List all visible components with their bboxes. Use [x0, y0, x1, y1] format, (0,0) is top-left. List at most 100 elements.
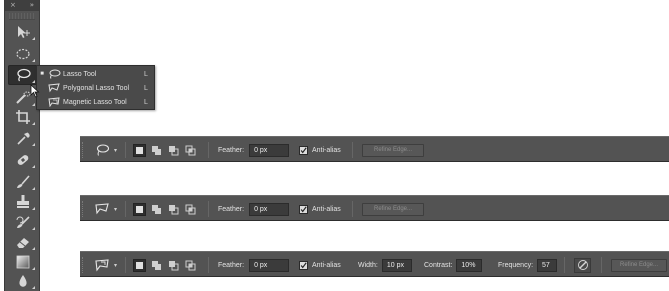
tool-preset-picker[interactable]: ▾: [94, 137, 117, 163]
feather-input[interactable]: 0 px: [249, 258, 290, 272]
tablet-pressure-wrapper: [574, 252, 591, 278]
flyout-item-polygonal-lasso[interactable]: Polygonal Lasso Tool L: [37, 81, 154, 95]
width-label: Width:: [358, 261, 378, 269]
contrast-label: Contrast:: [424, 261, 453, 269]
flyout-item-shortcut: L: [144, 98, 148, 106]
subtract-from-selection-button[interactable]: [167, 259, 180, 272]
refine-edge-wrapper: Refine Edge...: [362, 196, 424, 222]
anti-alias-label: Anti-alias: [312, 261, 341, 269]
new-selection-button[interactable]: [133, 202, 146, 216]
tool-preset-picker[interactable]: ▾: [94, 252, 117, 278]
crop-tool-button[interactable]: [8, 107, 38, 127]
feather-label: Feather:: [218, 146, 245, 154]
clone-stamp-button[interactable]: [8, 192, 38, 212]
new-selection-button[interactable]: [133, 258, 146, 272]
selected-bullet: ■: [40, 71, 44, 77]
options-bar-grip[interactable]: [80, 252, 86, 278]
lasso-tools-flyout: ■ Lasso Tool L Polygonal Lasso Tool L Ma…: [36, 65, 155, 110]
eraser-button[interactable]: [8, 232, 38, 252]
magnetic-lasso-icon: [95, 259, 109, 272]
brush-tool-icon: [17, 175, 30, 188]
tablet-pressure-button[interactable]: [574, 257, 591, 273]
history-brush-button[interactable]: [8, 212, 38, 232]
refine-edge-button[interactable]: Refine Edge...: [611, 258, 667, 272]
new-selection-button[interactable]: [133, 143, 146, 157]
new-selection-icon: [136, 205, 143, 213]
healing-brush-button[interactable]: [8, 150, 38, 170]
intersect-selection-button[interactable]: [184, 144, 197, 157]
width-input[interactable]: 10 px: [381, 258, 412, 272]
add-to-selection-button[interactable]: [150, 203, 163, 216]
brush-tool-button[interactable]: [8, 172, 38, 192]
flyout-item-label: Lasso Tool: [63, 70, 97, 78]
lasso-options-bar: ▾ Feather: 0 px Anti-alias Refine Edge..…: [80, 136, 669, 162]
refine-edge-wrapper: Refine Edge...: [611, 252, 667, 278]
magnetic-lasso-options-bar: ▾ Feather: 0 px Anti-alias Width: 10 px …: [80, 251, 669, 277]
add-to-selection-icon: [152, 204, 161, 214]
subtract-from-selection-icon: [169, 204, 179, 214]
crop-tool-icon: [16, 110, 30, 124]
intersect-selection-button[interactable]: [184, 203, 197, 216]
close-panel-button[interactable]: ×: [10, 0, 16, 11]
magnetic-lasso-icon: [48, 97, 60, 107]
anti-alias-control: Anti-alias: [299, 137, 341, 163]
subtract-from-selection-button[interactable]: [167, 203, 180, 216]
subtract-from-selection-icon: [169, 145, 179, 155]
tools-panel-grip[interactable]: [9, 13, 35, 20]
checkmark-icon: [300, 261, 307, 268]
subtract-from-selection-button[interactable]: [167, 144, 180, 157]
options-bar-grip[interactable]: [80, 137, 86, 163]
add-to-selection-button[interactable]: [150, 259, 163, 272]
checkmark-icon: [300, 205, 307, 212]
feather-label: Feather:: [218, 205, 245, 213]
mouse-cursor-icon: [30, 84, 40, 98]
refine-edge-wrapper: Refine Edge...: [362, 137, 424, 163]
tablet-pressure-icon: [577, 260, 588, 270]
intersect-selection-button[interactable]: [184, 259, 197, 272]
eyedropper-button[interactable]: [8, 128, 38, 148]
anti-alias-checkbox[interactable]: [299, 204, 308, 214]
anti-alias-checkbox[interactable]: [299, 145, 308, 155]
feather-control: Feather: 0 px: [218, 196, 290, 222]
contrast-input[interactable]: 10%: [456, 258, 483, 272]
options-bar-grip[interactable]: [80, 196, 86, 222]
frequency-label: Frequency:: [498, 261, 534, 269]
history-brush-icon: [16, 216, 30, 228]
blur-tool-button[interactable]: [8, 271, 38, 291]
anti-alias-label: Anti-alias: [312, 205, 341, 213]
lasso-tool-button[interactable]: [8, 65, 38, 85]
flyout-item-lasso[interactable]: ■ Lasso Tool L: [37, 67, 154, 81]
new-selection-icon: [136, 146, 143, 154]
tool-preset-picker[interactable]: ▾: [94, 196, 117, 222]
refine-edge-button[interactable]: Refine Edge...: [362, 202, 424, 216]
feather-input[interactable]: 0 px: [249, 202, 290, 216]
add-to-selection-button[interactable]: [150, 144, 163, 157]
expand-panel-button[interactable]: »: [30, 0, 34, 11]
feather-input[interactable]: 0 px: [249, 143, 290, 157]
new-selection-icon: [136, 261, 143, 269]
flyout-item-label: Magnetic Lasso Tool: [63, 98, 127, 106]
refine-edge-button[interactable]: Refine Edge...: [362, 143, 424, 157]
polygonal-lasso-icon: [95, 203, 109, 215]
flyout-item-magnetic-lasso[interactable]: Magnetic Lasso Tool L: [37, 95, 154, 109]
move-tool-button[interactable]: [8, 22, 38, 42]
feather-label: Feather:: [218, 261, 245, 269]
anti-alias-checkbox[interactable]: [299, 260, 308, 270]
anti-alias-control: Anti-alias: [299, 196, 341, 222]
chevron-down-icon: ▾: [114, 206, 118, 213]
intersect-selection-icon: [185, 145, 196, 155]
lasso-icon: [96, 144, 110, 156]
selection-mode-group: [133, 252, 197, 278]
clone-stamp-icon: [17, 195, 29, 208]
gradient-button[interactable]: [8, 252, 38, 272]
lasso-icon: [49, 69, 61, 79]
anti-alias-control: Anti-alias: [299, 252, 341, 278]
flyout-item-label: Polygonal Lasso Tool: [63, 84, 130, 92]
selection-mode-group: [133, 137, 197, 163]
feather-control: Feather: 0 px: [218, 137, 290, 163]
elliptical-marquee-button[interactable]: [8, 44, 38, 64]
frequency-input[interactable]: 57: [537, 258, 558, 272]
chevron-down-icon: ▾: [114, 262, 118, 269]
tools-panel: × »: [4, 0, 40, 291]
intersect-selection-icon: [185, 204, 196, 214]
